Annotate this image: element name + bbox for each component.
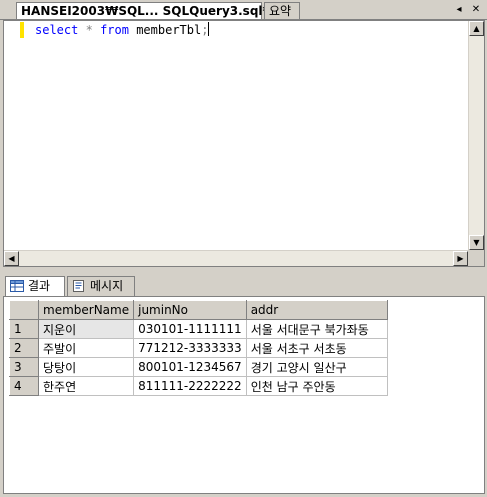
editor-vertical-scrollbar[interactable]: ▲ ▼	[468, 21, 484, 250]
row-number[interactable]: 4	[9, 376, 39, 396]
semicolon: ;	[201, 23, 209, 37]
grid-cell[interactable]: 811111-2222222	[133, 376, 247, 396]
grid-icon	[10, 280, 24, 292]
tab-sqlquery3[interactable]: HANSEI2003₩SQL... SQLQuery3.sql*	[16, 2, 269, 19]
document-tab-bar: HANSEI2003₩SQL... SQLQuery3.sql* 요약 ◂ ✕	[0, 0, 487, 20]
query-editor[interactable]: select * from memberTbl; ▲ ▼ ◀ ▶	[3, 20, 485, 267]
pin-icon[interactable]: ◂	[452, 3, 466, 16]
tab-messages-label: 메시지	[90, 279, 124, 293]
row-number[interactable]: 2	[9, 338, 39, 358]
scroll-right-icon[interactable]: ▶	[453, 251, 468, 266]
results-pane: memberName juminNo addr 1 지운이 030101-111…	[3, 296, 485, 494]
column-header[interactable]: memberName	[37, 300, 135, 320]
modified-line-marker	[20, 22, 24, 38]
tab-results-label: 결과	[28, 279, 51, 293]
table-row[interactable]: 1 지운이 030101-1111111 서울 서대문구 북가좌동	[9, 319, 388, 339]
grid-cell[interactable]: 당탕이	[37, 357, 135, 377]
table-row[interactable]: 4 한주연 811111-2222222 인천 남구 주안동	[9, 376, 388, 396]
tab-results[interactable]: 결과	[5, 276, 65, 296]
message-icon	[73, 280, 84, 292]
editor-horizontal-scrollbar[interactable]: ◀ ▶	[4, 250, 468, 266]
tab-messages[interactable]: 메시지	[67, 276, 135, 296]
scroll-up-icon[interactable]: ▲	[469, 21, 484, 36]
tab-summary[interactable]: 요약	[264, 2, 300, 19]
row-header-corner[interactable]	[9, 300, 39, 320]
text-caret	[208, 22, 210, 36]
grid-cell[interactable]: 030101-1111111	[133, 319, 247, 339]
table-name: memberTbl	[136, 23, 202, 37]
keyword-select: select	[35, 23, 79, 37]
grid-cell[interactable]: 주발이	[37, 338, 135, 358]
operator-star: *	[85, 23, 93, 37]
scrollbar-corner	[468, 250, 484, 266]
keyword-from: from	[100, 23, 129, 37]
result-tab-bar: 결과 메시지	[3, 274, 485, 296]
grid-cell[interactable]: 경기 고양시 일산구	[245, 357, 388, 377]
column-header[interactable]: juminNo	[133, 300, 247, 320]
table-row[interactable]: 3 당탕이 800101-1234567 경기 고양시 일산구	[9, 357, 388, 377]
close-icon[interactable]: ✕	[469, 3, 483, 16]
column-header[interactable]: addr	[245, 300, 388, 320]
table-row[interactable]: 2 주발이 771212-3333333 서울 서초구 서초동	[9, 338, 388, 358]
grid-cell[interactable]: 771212-3333333	[133, 338, 247, 358]
grid-cell[interactable]: 인천 남구 주안동	[245, 376, 388, 396]
grid-cell[interactable]: 800101-1234567	[133, 357, 247, 377]
scroll-left-icon[interactable]: ◀	[4, 251, 19, 266]
row-number[interactable]: 3	[9, 357, 39, 377]
grid-cell[interactable]: 한주연	[37, 376, 135, 396]
scroll-down-icon[interactable]: ▼	[469, 235, 484, 250]
grid-cell[interactable]: 서울 서초구 서초동	[245, 338, 388, 358]
grid-cell[interactable]: 서울 서대문구 북가좌동	[245, 319, 388, 339]
row-number[interactable]: 1	[9, 319, 39, 339]
results-grid: memberName juminNo addr 1 지운이 030101-111…	[9, 300, 388, 396]
grid-header-row: memberName juminNo addr	[9, 300, 388, 320]
code-line[interactable]: select * from memberTbl;	[35, 22, 210, 38]
grid-cell[interactable]: 지운이	[37, 319, 135, 339]
